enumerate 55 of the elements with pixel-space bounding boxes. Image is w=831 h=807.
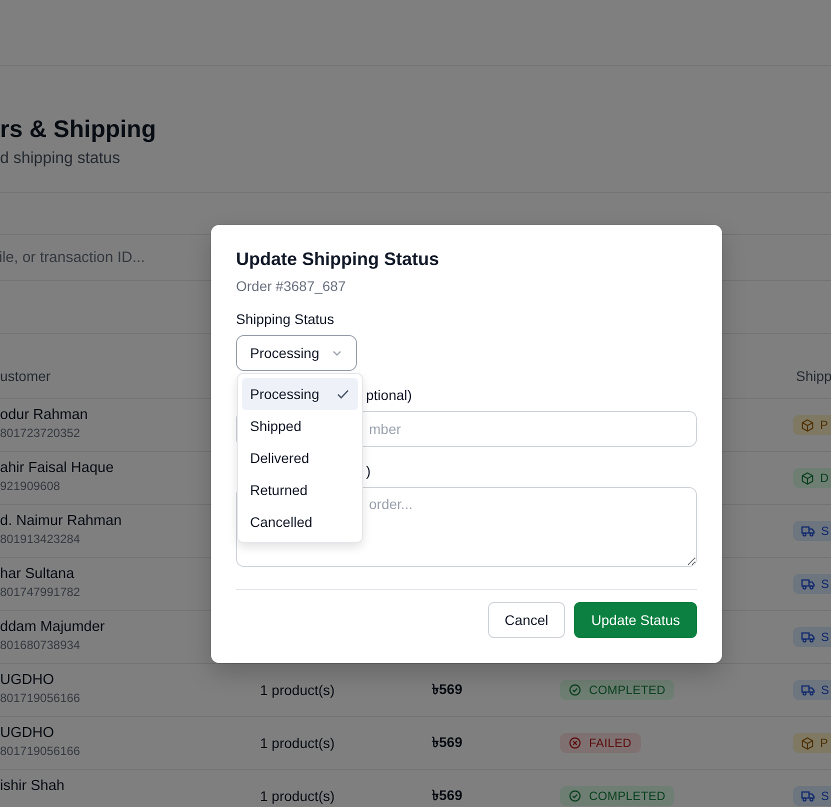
- truck-icon: [801, 684, 815, 696]
- box-icon: [801, 472, 814, 484]
- dialog-title: Update Shipping Status: [236, 248, 440, 271]
- customer-phone: 801719056166: [0, 691, 82, 705]
- order-amount: ৳569: [432, 787, 462, 803]
- shipping-status-badge: S: [793, 786, 831, 806]
- truck-icon: [801, 631, 815, 643]
- shipping-status-badge: S: [793, 521, 831, 541]
- customer-name: har Sultana: [0, 566, 76, 582]
- check-circle-icon: [569, 790, 581, 802]
- shipping-status-badge: P: [793, 733, 831, 753]
- field-label: ): [366, 462, 371, 481]
- customer-name: UGDHO: [0, 725, 55, 741]
- customer-phone: 801913423284: [0, 532, 82, 546]
- shipping-status-badge: D: [793, 468, 831, 488]
- customer-name: UGDHO: [0, 672, 55, 688]
- customer-name: odur Rahman: [0, 407, 89, 423]
- order-amount: ৳569: [432, 681, 462, 697]
- customer-phone: 801747991782: [0, 585, 82, 599]
- payment-status-badge: COMPLETED: [560, 680, 674, 700]
- box-icon: [801, 736, 814, 750]
- field-label: Shipping Status: [236, 310, 336, 329]
- status-select[interactable]: Processing: [236, 335, 358, 371]
- customer-name: ahir Faisal Haque: [0, 460, 115, 476]
- update-status-button[interactable]: Update Status: [574, 602, 697, 638]
- truck-icon: [801, 790, 815, 802]
- status-option[interactable]: Cancelled: [242, 506, 358, 538]
- page-subtitle: d shipping status: [0, 150, 122, 168]
- customer-phone: 801719056166: [0, 744, 82, 758]
- order-number: Order #3687_687: [236, 278, 347, 294]
- column-header: ustomer: [0, 368, 52, 384]
- payment-status-badge: FAILED: [560, 733, 641, 753]
- status-option[interactable]: Shipped: [242, 410, 358, 442]
- customer-phone: 801680738934: [0, 638, 82, 652]
- column-header: Shipp: [796, 368, 831, 384]
- shipping-status-badge: S: [793, 574, 831, 594]
- shipping-status-badge: P: [793, 415, 831, 435]
- products-count: 1 product(s): [260, 735, 335, 751]
- cancel-button[interactable]: Cancel: [488, 602, 566, 638]
- shipping-status-badge: S: [793, 680, 831, 700]
- products-count: 1 product(s): [260, 682, 335, 698]
- truck-icon: [801, 525, 815, 537]
- products-count: 1 product(s): [260, 788, 335, 804]
- check-circle-icon: [569, 684, 581, 696]
- truck-icon: [801, 578, 815, 590]
- box-icon: [801, 418, 814, 432]
- order-amount: ৳569: [432, 734, 462, 750]
- page-title: rs & Shipping: [0, 116, 157, 144]
- customer-name: ddam Majumder: [0, 619, 106, 635]
- shipping-status-badge: S: [793, 627, 831, 647]
- x-circle-icon: [569, 737, 581, 749]
- field-label: ptional): [366, 386, 412, 405]
- customer-name: ishir Shah: [0, 778, 66, 794]
- status-option[interactable]: Processing: [242, 378, 358, 410]
- payment-status-badge: COMPLETED: [560, 786, 674, 806]
